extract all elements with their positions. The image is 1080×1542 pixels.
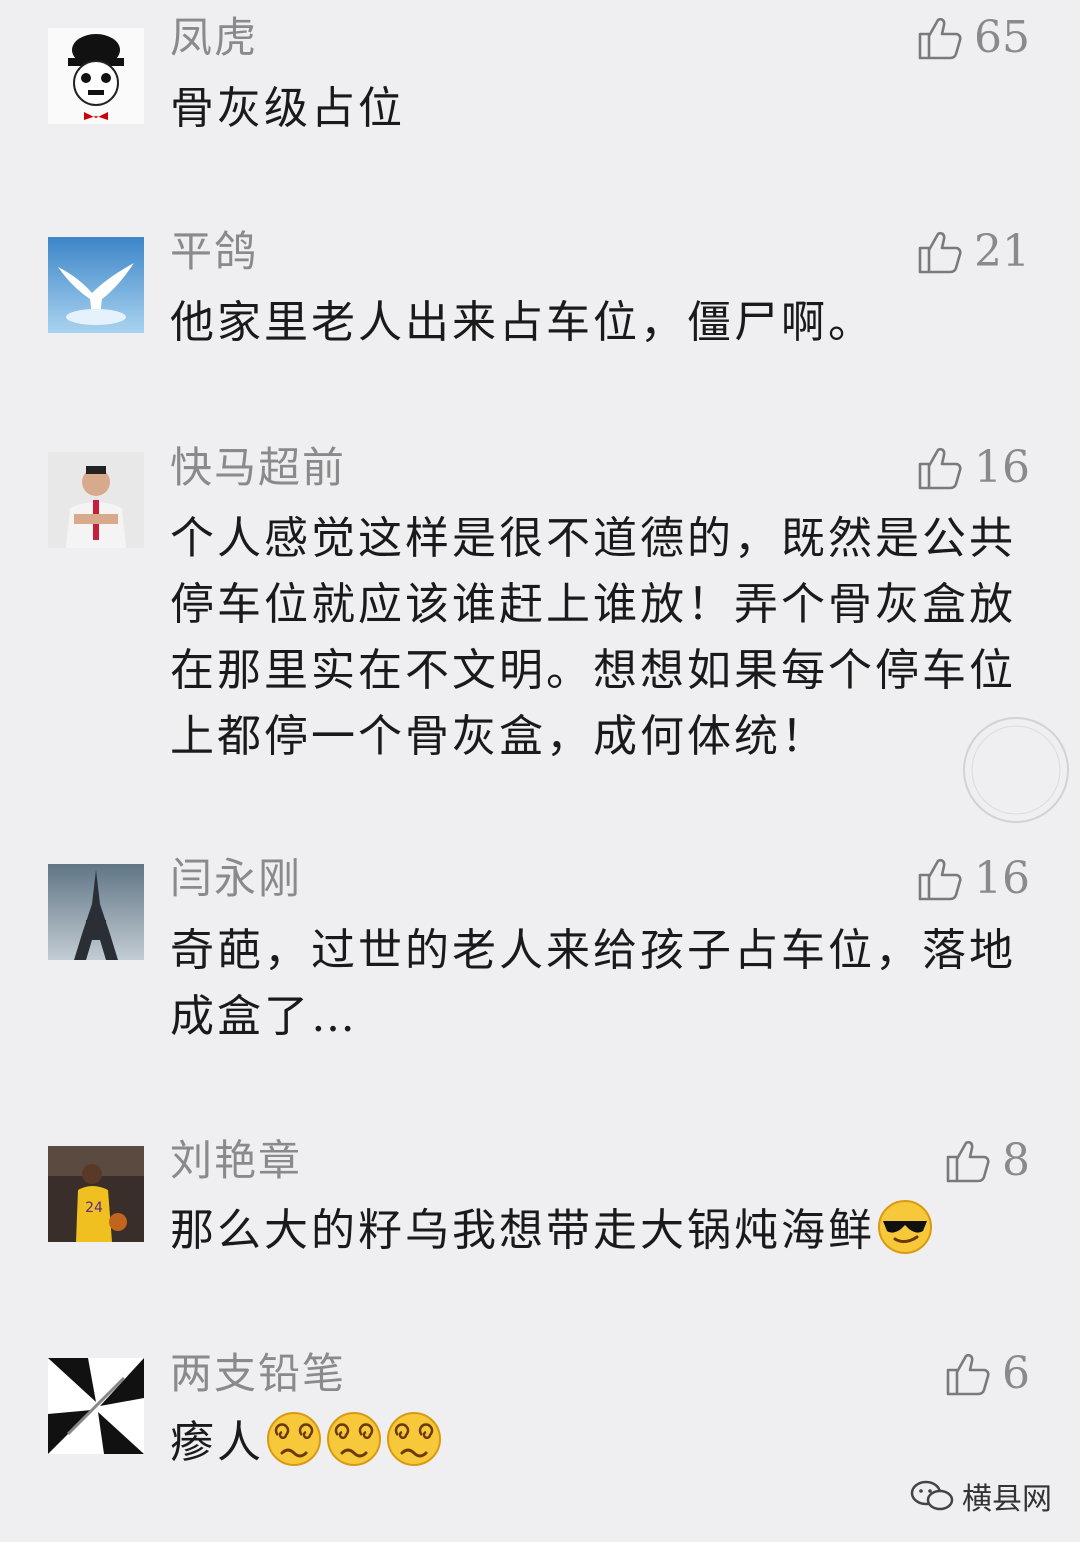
comment-text: 奇葩，过世的老人来给孩子占车位，落地成盒了… <box>170 925 1016 1042</box>
like-button[interactable]: 8 <box>944 1135 1030 1187</box>
comment-text: 他家里老人出来占车位，僵尸啊。 <box>170 297 875 348</box>
comment-text: 骨灰级占位 <box>170 83 405 134</box>
comment-author[interactable]: 两支铅笔 <box>170 1348 346 1400</box>
wechat-icon <box>910 1480 954 1511</box>
like-count: 21 <box>974 226 1030 277</box>
comment-author[interactable]: 凤虎 <box>170 12 258 64</box>
comment-text-content: 那么大的籽乌我想带走大锅炖海鲜 <box>170 1205 875 1256</box>
like-count: 16 <box>974 442 1030 493</box>
avatar[interactable] <box>48 1358 144 1454</box>
thumbs-up-icon <box>918 447 962 490</box>
thumbs-up-icon <box>918 17 962 60</box>
like-count: 16 <box>974 853 1030 904</box>
comment-text: 瘆人 <box>170 1410 1020 1476</box>
like-count: 6 <box>1002 1348 1030 1399</box>
like-button[interactable]: 16 <box>916 442 1030 494</box>
thumbs-up-icon <box>918 858 962 901</box>
comment-author[interactable]: 闫永刚 <box>170 853 302 905</box>
like-button[interactable]: 21 <box>916 226 1030 278</box>
avatar[interactable] <box>48 452 144 548</box>
avatar[interactable] <box>48 28 144 124</box>
comment-text: 个人感觉这样是很不道德的，既然是公共停车位就应该谁赶上谁放！弄个骨灰盒放在那里实… <box>170 513 1016 762</box>
watermark-stamp <box>950 715 1076 825</box>
dizzy-emoji-icon <box>387 1412 441 1466</box>
svg-text:24: 24 <box>85 1200 103 1216</box>
like-button[interactable]: 16 <box>916 853 1030 905</box>
like-button[interactable]: 65 <box>916 12 1030 64</box>
comment-author[interactable]: 快马超前 <box>170 442 346 494</box>
brand-text: 横县网 <box>962 1482 1052 1517</box>
comment-author[interactable]: 刘艳章 <box>170 1135 302 1187</box>
dizzy-emoji-icon <box>327 1412 381 1466</box>
like-count: 65 <box>974 12 1030 63</box>
cool-emoji-icon <box>878 1200 932 1254</box>
thumbs-up-icon <box>918 231 962 274</box>
avatar[interactable]: 24 <box>48 1146 144 1242</box>
dizzy-emoji-icon <box>267 1412 321 1466</box>
thumbs-up-icon <box>946 1140 990 1183</box>
comment-text: 那么大的籽乌我想带走大锅炖海鲜 <box>170 1198 1020 1264</box>
comment-author[interactable]: 平鸽 <box>170 226 258 278</box>
comment-text-content: 瘆人 <box>170 1417 264 1468</box>
avatar[interactable] <box>48 237 144 333</box>
brand-label: 横县网 <box>910 1476 1052 1517</box>
like-button[interactable]: 6 <box>944 1348 1030 1400</box>
avatar[interactable] <box>48 864 144 960</box>
like-count: 8 <box>1002 1135 1030 1186</box>
thumbs-up-icon <box>946 1353 990 1396</box>
